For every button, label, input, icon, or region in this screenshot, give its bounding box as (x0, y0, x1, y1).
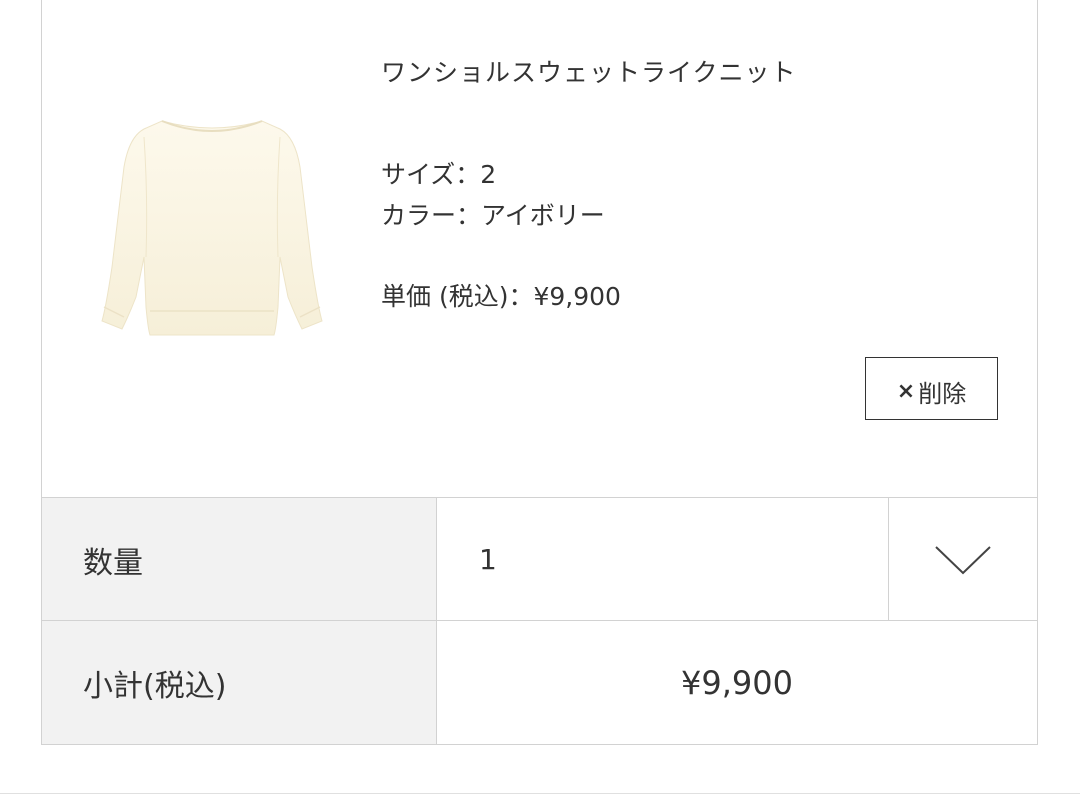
close-icon: × (896, 378, 916, 404)
subtotal-value: ¥9,900 (681, 663, 793, 702)
cart-item-card: ワンショルスウェットライクニット サイズ：2 カラー：アイボリー 単価 (税込)… (41, 0, 1038, 745)
divider (0, 793, 1080, 794)
product-name[interactable]: ワンショルスウェットライクニット (381, 53, 797, 89)
product-color: カラー：アイボリー (381, 201, 605, 230)
chevron-down-icon (935, 545, 991, 574)
product-unit-price: 単価 (税込)：¥9,900 (381, 282, 621, 311)
product-image[interactable] (90, 107, 334, 339)
sweater-image (101, 120, 323, 336)
delete-button[interactable]: × 削除 (865, 357, 998, 420)
quantity-dropdown-toggle[interactable] (889, 498, 1037, 621)
quantity-row: 数量 1 (42, 497, 1037, 621)
delete-button-label: 削除 (918, 380, 967, 408)
subtotal-row: 小計(税込) ¥9,900 (42, 620, 1037, 744)
quantity-label: 数量 (42, 498, 437, 621)
quantity-select[interactable]: 1 (437, 498, 889, 621)
product-size: サイズ：2 (381, 160, 497, 189)
subtotal-label: 小計(税込) (42, 621, 437, 744)
